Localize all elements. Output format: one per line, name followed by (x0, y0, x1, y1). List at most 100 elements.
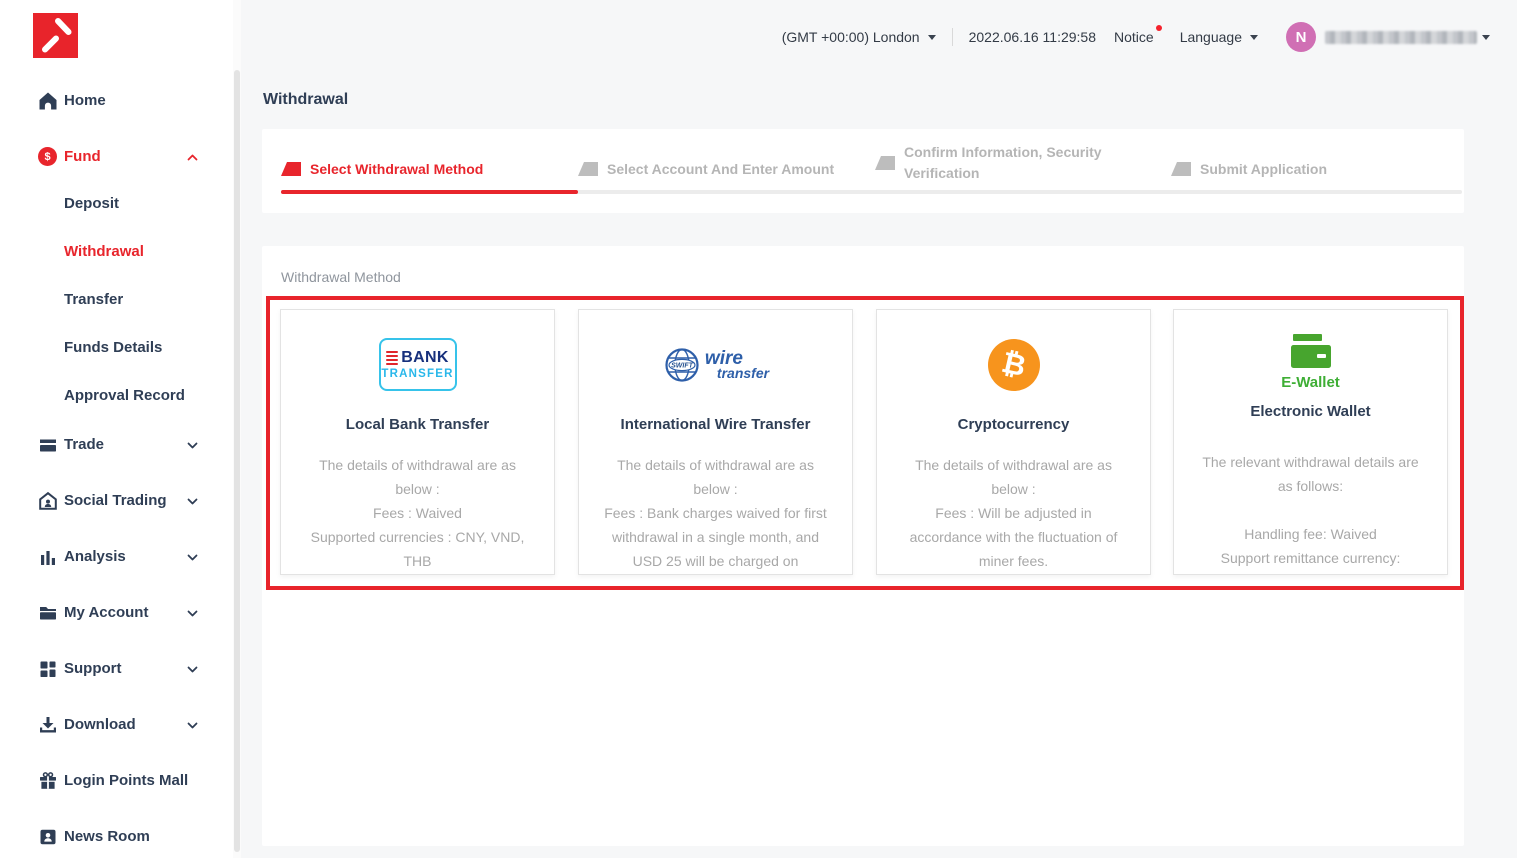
step-flag-icon (1171, 162, 1191, 176)
sidebar-item-support[interactable]: Support (0, 654, 233, 684)
card-title: Electronic Wallet (1174, 402, 1447, 422)
method-card-local-bank-transfer[interactable]: BANK TRANSFER Local Bank Transfer The de… (280, 309, 555, 575)
sidebar-item-trade[interactable]: Trade (0, 430, 233, 460)
step-label: Submit Application (1200, 161, 1327, 177)
sidebar-item-label: Deposit (64, 195, 119, 212)
method-card-international-wire-transfer[interactable]: SWIFT wire transfer International Wire T… (578, 309, 853, 575)
gift-icon (38, 771, 58, 791)
sidebar-item-label: Social Trading (64, 492, 167, 509)
sidebar-item-deposit[interactable]: Deposit (0, 189, 233, 219)
card-title: International Wire Transfer (579, 415, 852, 435)
chevron-down-icon (187, 554, 198, 561)
step-label: Confirm Information, Security Verificati… (904, 142, 1126, 184)
step-flag-icon (875, 156, 895, 170)
trade-icon (38, 435, 58, 455)
sidebar: Home $ Fund Deposit Withdrawal Transfer … (0, 0, 233, 858)
top-bar: (GMT +00:00) London 2022.06.16 11:29:58 … (240, 20, 1517, 54)
home-icon (38, 91, 58, 111)
bank-bars-icon (386, 350, 398, 365)
step-select-withdrawal-method: Select Withdrawal Method (281, 161, 483, 177)
swift-wire-transfer-logo: SWIFT wire transfer (662, 345, 769, 385)
sidebar-scrollbar (233, 0, 241, 858)
card-title: Cryptocurrency (877, 415, 1150, 435)
sidebar-item-label: Login Points Mall (64, 772, 188, 789)
chevron-up-icon (187, 154, 198, 161)
sidebar-item-approval-record[interactable]: Approval Record (0, 381, 233, 411)
analysis-icon (38, 547, 58, 567)
language-label: Language (1180, 29, 1242, 45)
bank-transfer-logo: BANK TRANSFER (379, 338, 457, 391)
step-label: Select Withdrawal Method (310, 161, 483, 177)
stepper-progress-track (281, 190, 1462, 194)
sidebar-item-home[interactable]: Home (0, 86, 233, 116)
page-title: Withdrawal (263, 91, 348, 109)
sidebar-item-label: Fund (64, 148, 101, 165)
timezone-label: (GMT +00:00) London (782, 29, 920, 45)
social-trading-icon (38, 491, 58, 511)
sidebar-item-funds-details[interactable]: Funds Details (0, 333, 233, 363)
sidebar-item-social-trading[interactable]: Social Trading (0, 486, 233, 516)
sidebar-item-label: Support (64, 660, 122, 677)
chevron-down-icon (187, 610, 198, 617)
method-card-cryptocurrency[interactable]: ₿ Cryptocurrency The details of withdraw… (876, 309, 1151, 575)
sidebar-item-label: Approval Record (64, 387, 185, 404)
language-selector[interactable]: Language (1180, 29, 1258, 45)
globe-icon: SWIFT (662, 345, 702, 385)
user-name-redacted (1325, 31, 1477, 44)
e-wallet-caption: E-Wallet (1174, 374, 1447, 391)
method-card-electronic-wallet[interactable]: E-Wallet Electronic Wallet The relevant … (1173, 309, 1448, 575)
notification-dot (1156, 25, 1162, 31)
sidebar-item-label: Withdrawal (64, 243, 144, 260)
folder-icon (38, 603, 58, 623)
sidebar-item-fund[interactable]: $ Fund (0, 142, 233, 172)
chevron-down-icon (187, 498, 198, 505)
timezone-selector[interactable]: (GMT +00:00) London (782, 29, 936, 45)
download-icon (38, 715, 58, 735)
caret-down-icon (1250, 35, 1258, 40)
caret-down-icon (928, 35, 936, 40)
dollar-circle-icon: $ (38, 147, 57, 166)
notice-link[interactable]: Notice (1114, 29, 1154, 45)
chevron-down-icon (187, 442, 198, 449)
card-description: The details of withdrawal are as below :… (579, 453, 852, 573)
sidebar-item-label: Transfer (64, 291, 123, 308)
step-label: Select Account And Enter Amount (607, 161, 834, 177)
withdrawal-method-panel: Withdrawal Method BANK TRANSFER Local Ba… (262, 246, 1464, 846)
sidebar-item-login-points-mall[interactable]: Login Points Mall (0, 766, 233, 796)
sidebar-item-download[interactable]: Download (0, 710, 233, 740)
divider (952, 28, 953, 46)
sidebar-item-label: Analysis (64, 548, 126, 565)
notice-label: Notice (1114, 29, 1154, 45)
progress-fill (281, 190, 578, 194)
sidebar-item-label: News Room (64, 828, 150, 845)
brand-logo[interactable] (33, 13, 78, 58)
step-confirm-information: Confirm Information, Security Verificati… (875, 142, 1126, 184)
step-submit-application: Submit Application (1171, 161, 1327, 177)
step-flag-icon (578, 162, 598, 176)
card-description: The details of withdrawal are as below :… (877, 453, 1150, 573)
sidebar-item-label: Trade (64, 436, 104, 453)
user-menu[interactable] (1325, 31, 1490, 44)
grid-icon (38, 659, 58, 679)
svg-text:SWIFT: SWIFT (671, 362, 693, 369)
step-select-account: Select Account And Enter Amount (578, 161, 834, 177)
sidebar-item-label: Home (64, 92, 106, 109)
datetime-display: 2022.06.16 11:29:58 (969, 29, 1096, 45)
news-icon (38, 827, 58, 847)
sidebar-scrollbar-thumb[interactable] (234, 70, 240, 852)
sidebar-item-label: Download (64, 716, 136, 733)
sidebar-item-analysis[interactable]: Analysis (0, 542, 233, 572)
sidebar-item-withdrawal[interactable]: Withdrawal (0, 237, 233, 267)
bitcoin-logo: ₿ (988, 339, 1040, 391)
caret-down-icon (1482, 35, 1490, 40)
sidebar-item-transfer[interactable]: Transfer (0, 285, 233, 315)
avatar[interactable]: N (1286, 22, 1316, 52)
chevron-down-icon (187, 666, 198, 673)
sidebar-item-my-account[interactable]: My Account (0, 598, 233, 628)
chevron-down-icon (187, 722, 198, 729)
card-title: Local Bank Transfer (281, 415, 554, 435)
sidebar-item-label: Funds Details (64, 339, 162, 356)
sidebar-item-news-room[interactable]: News Room (0, 822, 233, 852)
e-wallet-logo (1291, 334, 1331, 368)
stepper-panel: Select Withdrawal Method Select Account … (262, 129, 1464, 213)
